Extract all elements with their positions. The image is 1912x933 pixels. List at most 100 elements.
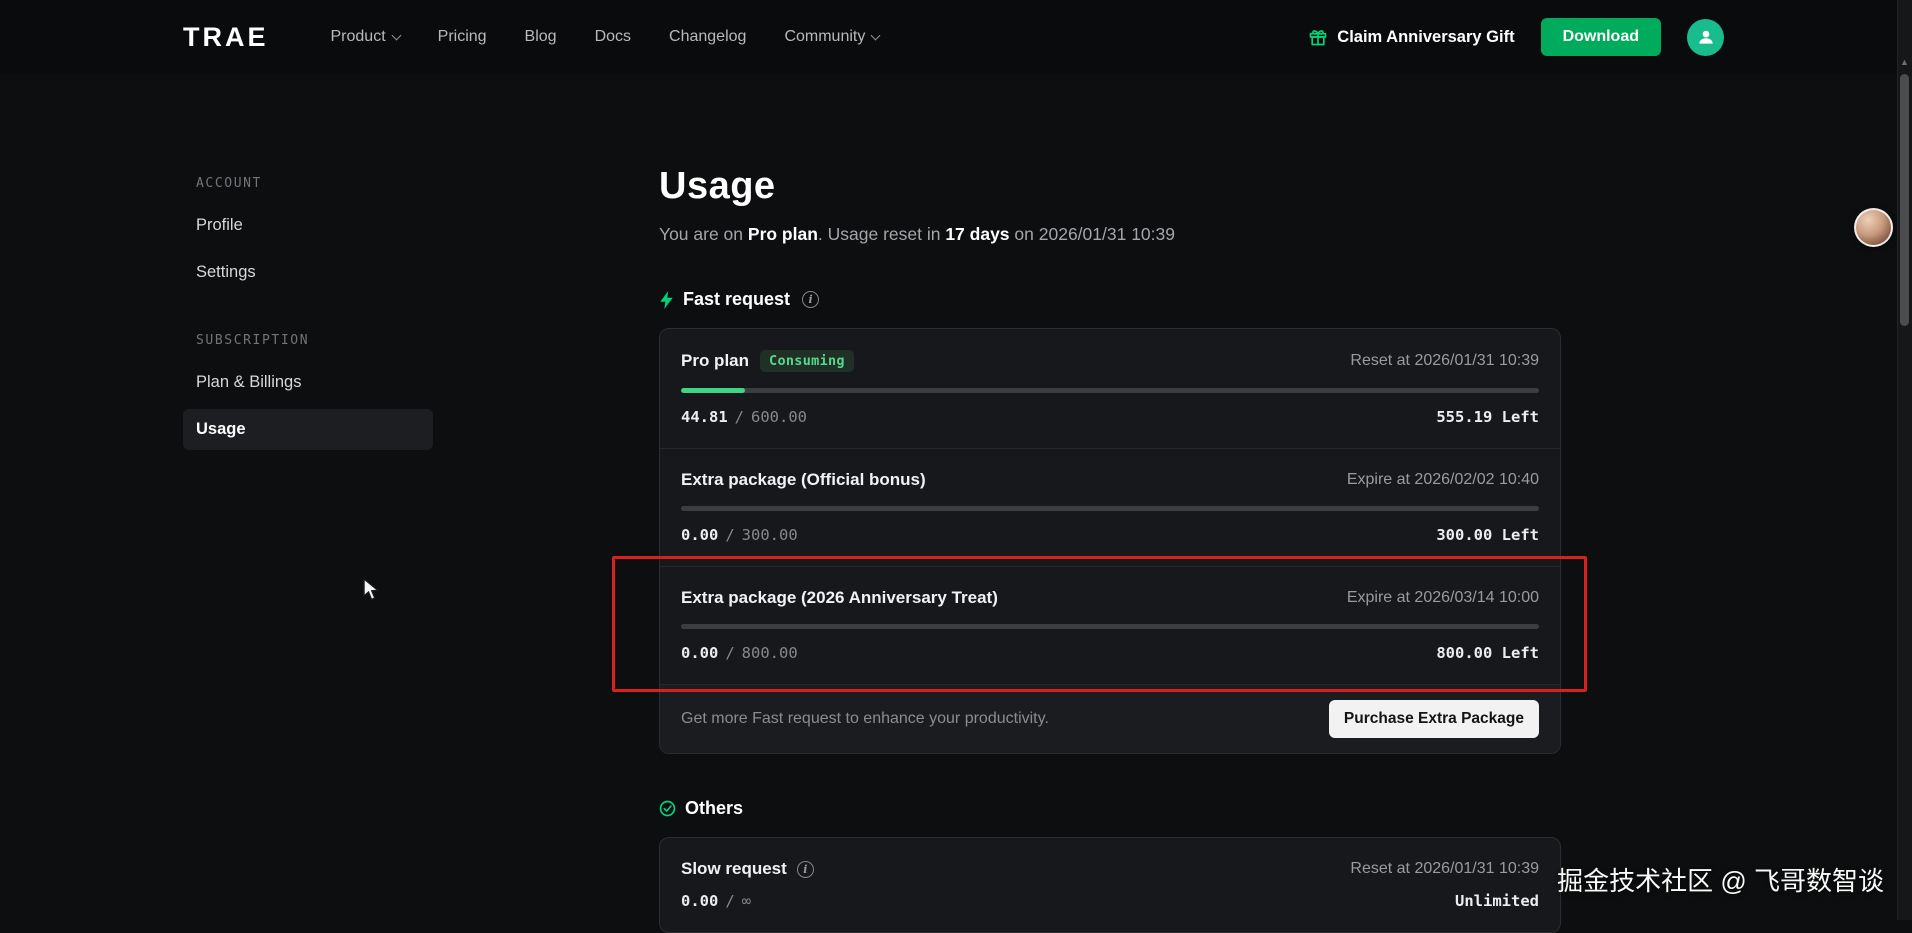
others-heading: Others: [685, 798, 743, 819]
progress-bar: [681, 388, 1539, 393]
nav-item-blog[interactable]: Blog: [525, 28, 557, 46]
usage-stats: 44.81 / 600.00 555.19 Left: [681, 408, 1539, 426]
expire-info: Expire at 2026/03/14 10:00: [1347, 589, 1539, 607]
scrollbar-thumb[interactable]: [1900, 74, 1909, 326]
nav-item-changelog[interactable]: Changelog: [669, 28, 746, 46]
chevron-down-icon: [871, 30, 881, 40]
sidebar-section-gap: [183, 299, 433, 333]
sidebar-item-usage[interactable]: Usage: [183, 409, 433, 450]
usage-row-official-bonus: Extra package (Official bonus) Expire at…: [660, 448, 1560, 566]
usage-stats: 0.00 / 300.00 300.00 Left: [681, 526, 1539, 544]
total-value: 300.00: [742, 526, 798, 544]
page-title: Usage: [659, 165, 1561, 208]
plan-name: Pro plan: [748, 224, 818, 244]
quota-name: Pro plan: [681, 351, 749, 371]
info-icon[interactable]: i: [802, 291, 819, 308]
sidebar-item-plan-billings[interactable]: Plan & Billings: [183, 362, 433, 403]
nav-item-community[interactable]: Community: [784, 28, 879, 46]
others-card: Slow request i Reset at 2026/01/31 10:39…: [659, 837, 1561, 933]
remaining-value: Unlimited: [1455, 892, 1539, 910]
row-title: Extra package (Official bonus): [681, 470, 926, 490]
fraction-separator: /: [725, 892, 734, 910]
fast-request-card: Pro plan Consuming Reset at 2026/01/31 1…: [659, 328, 1561, 754]
reset-info: Reset at 2026/01/31 10:39: [1350, 860, 1539, 878]
progress-bar-fill: [681, 388, 745, 393]
progress-bar: [681, 506, 1539, 511]
claim-anniversary-gift-link[interactable]: Claim Anniversary Gift: [1308, 27, 1514, 47]
used-value: 0.00: [681, 644, 718, 662]
usage-page: { "header": { "logo": "TRAE", "nav": [ {…: [0, 0, 1912, 920]
sidebar-item-profile[interactable]: Profile: [183, 205, 433, 246]
subtitle-part: You are on: [659, 224, 748, 244]
check-circle-icon: [659, 800, 676, 817]
fast-request-heading: Fast request: [683, 289, 790, 310]
gift-icon: [1308, 27, 1328, 47]
usage-row-pro-plan: Pro plan Consuming Reset at 2026/01/31 1…: [660, 329, 1560, 448]
row-title: Pro plan Consuming: [681, 350, 854, 372]
usage-row-slow-request: Slow request i Reset at 2026/01/31 10:39…: [660, 838, 1560, 932]
nav-item-product[interactable]: Product: [331, 28, 400, 46]
fraction-separator: /: [725, 644, 734, 662]
mouse-cursor: [362, 578, 384, 607]
remaining-value: 555.19 Left: [1436, 408, 1539, 426]
nav-item-pricing[interactable]: Pricing: [438, 28, 487, 46]
row-head: Extra package (2026 Anniversary Treat) E…: [681, 588, 1539, 608]
fraction-separator: /: [725, 526, 734, 544]
row-head: Extra package (Official bonus) Expire at…: [681, 470, 1539, 490]
nav-item-label: Pricing: [438, 28, 487, 46]
quota-name: Extra package (Official bonus): [681, 470, 926, 490]
used-value: 44.81: [681, 408, 728, 426]
nav-item-label: Product: [331, 28, 386, 46]
total-value: ∞: [742, 892, 751, 910]
nav-item-label: Blog: [525, 28, 557, 46]
remaining-value: 300.00 Left: [1436, 526, 1539, 544]
usage-fraction: 0.00 / 300.00: [681, 526, 798, 544]
reset-info: Reset at 2026/01/31 10:39: [1350, 352, 1539, 370]
usage-fraction: 0.00 / 800.00: [681, 644, 798, 662]
usage-main: Usage You are on Pro plan. Usage reset i…: [659, 165, 1561, 933]
remaining-value: 800.00 Left: [1436, 644, 1539, 662]
settings-sidebar: ACCOUNT Profile Settings SUBSCRIPTION Pl…: [183, 176, 433, 456]
subtitle-part: on: [1010, 224, 1039, 244]
watermark-text: 掘金技术社区 @ 飞哥数智谈: [1557, 861, 1884, 898]
usage-fraction: 0.00/∞: [681, 892, 751, 910]
floating-profile-avatar[interactable]: [1854, 208, 1893, 247]
others-section-header: Others: [659, 798, 1561, 819]
upsell-text: Get more Fast request to enhance your pr…: [681, 710, 1049, 728]
sidebar-section-account: ACCOUNT: [183, 176, 433, 191]
account-avatar-button[interactable]: [1687, 19, 1724, 56]
purchase-extra-package-button[interactable]: Purchase Extra Package: [1329, 700, 1539, 738]
usage-stats: 0.00/∞ Unlimited: [681, 892, 1539, 910]
expire-info: Expire at 2026/02/02 10:40: [1347, 471, 1539, 489]
plan-summary-text: You are on Pro plan. Usage reset in 17 d…: [659, 224, 1561, 245]
lightning-icon: [659, 291, 674, 309]
progress-bar: [681, 624, 1539, 629]
nav-item-label: Changelog: [669, 28, 746, 46]
trae-logo[interactable]: TRAE: [183, 22, 269, 53]
quota-name: Extra package (2026 Anniversary Treat): [681, 588, 998, 608]
sidebar-item-settings[interactable]: Settings: [183, 252, 433, 293]
claim-gift-label: Claim Anniversary Gift: [1337, 28, 1514, 47]
header-actions: Claim Anniversary Gift Download: [1308, 0, 1724, 74]
page-scrollbar[interactable]: ▲: [1897, 0, 1912, 920]
total-value: 800.00: [742, 644, 798, 662]
top-navbar: TRAE Product Pricing Blog Docs Changelog…: [0, 0, 1912, 74]
row-head: Slow request i Reset at 2026/01/31 10:39: [681, 859, 1539, 879]
total-value: 600.00: [751, 408, 807, 426]
nav-item-label: Community: [784, 28, 865, 46]
info-icon[interactable]: i: [797, 861, 814, 878]
usage-row-anniversary-treat: Extra package (2026 Anniversary Treat) E…: [660, 566, 1560, 684]
fast-request-section-header: Fast request i: [659, 289, 1561, 310]
nav-item-docs[interactable]: Docs: [595, 28, 631, 46]
fraction-separator: /: [735, 408, 744, 426]
reset-days: 17 days: [945, 224, 1009, 244]
row-head: Pro plan Consuming Reset at 2026/01/31 1…: [681, 350, 1539, 372]
nav-item-label: Docs: [595, 28, 631, 46]
usage-fraction: 44.81 / 600.00: [681, 408, 807, 426]
used-value: 0.00: [681, 526, 718, 544]
main-nav: Product Pricing Blog Docs Changelog Comm…: [331, 28, 880, 46]
scrollbar-up-arrow[interactable]: ▲: [1900, 56, 1909, 68]
download-button[interactable]: Download: [1541, 18, 1661, 56]
usage-stats: 0.00 / 800.00 800.00 Left: [681, 644, 1539, 662]
subtitle-part: . Usage reset in: [818, 224, 945, 244]
